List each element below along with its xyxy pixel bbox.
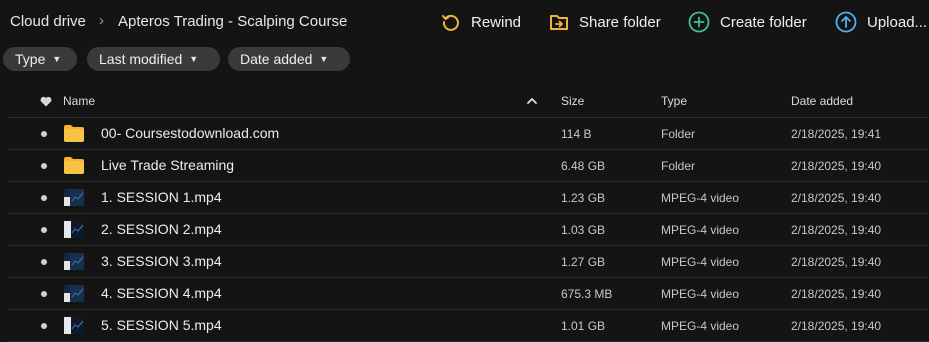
date-added-filter-label: Date added — [240, 51, 313, 67]
row-bullet — [41, 259, 47, 265]
file-name[interactable]: 1. SESSION 1.mp4 — [101, 189, 222, 205]
row-bullet — [41, 227, 47, 233]
table-row[interactable]: 1. SESSION 1.mp4 1.23 GB MPEG-4 video 2/18/… — [8, 182, 929, 214]
file-type: MPEG-4 video — [661, 223, 740, 237]
file-type: MPEG-4 video — [661, 255, 740, 269]
table-row[interactable]: 3. SESSION 3.mp4 1.27 GB MPEG-4 video 2/18/… — [8, 246, 929, 278]
row-bullet — [41, 291, 47, 297]
table-row[interactable]: Live Trade Streaming 6.48 GB Folder 2/18/20… — [8, 150, 929, 182]
table-header: Name Size Type Date added — [8, 86, 929, 118]
row-bullet — [41, 163, 47, 169]
file-size: 1.27 GB — [561, 255, 606, 269]
table-row[interactable]: 4. SESSION 4.mp4 675.3 MB MPEG-4 video 2/18… — [8, 278, 929, 310]
file-name[interactable]: Live Trade Streaming — [101, 157, 234, 173]
folder-icon — [64, 157, 84, 174]
file-date-added: 2/18/2025, 19:40 — [791, 287, 882, 301]
rewind-button[interactable]: Rewind — [441, 10, 521, 34]
share-folder-button[interactable]: Share folder — [549, 10, 661, 34]
row-bullet — [41, 131, 47, 137]
file-type: Folder — [661, 127, 696, 141]
file-date-added: 2/18/2025, 19:40 — [791, 159, 882, 173]
top-bar: Cloud drive › Apteros Trading - Scalping… — [0, 0, 929, 44]
breadcrumb-cloud-drive[interactable]: Cloud drive — [10, 13, 86, 30]
row-bullet — [41, 195, 47, 201]
file-size: 114 B — [561, 127, 592, 141]
folder-icon — [64, 125, 84, 142]
video-thumbnail-icon — [64, 221, 84, 238]
share-folder-icon — [550, 15, 568, 30]
chevron-down-icon: ▼ — [189, 54, 199, 64]
rewind-label: Rewind — [471, 13, 522, 31]
video-thumbnail-icon — [64, 253, 84, 270]
table-row[interactable]: 2. SESSION 2.mp4 1.03 GB MPEG-4 video 2/18/… — [8, 214, 929, 246]
file-date-added: 2/18/2025, 19:40 — [791, 319, 882, 333]
create-folder-button[interactable]: Create folder — [688, 10, 807, 34]
column-header-size[interactable]: Size — [561, 94, 584, 108]
file-type: Folder — [661, 159, 696, 173]
file-type: MPEG-4 video — [661, 191, 740, 205]
video-thumbnail-icon — [64, 189, 84, 206]
type-filter-chip[interactable]: Type ▼ — [3, 47, 77, 71]
file-type: MPEG-4 video — [661, 319, 740, 333]
last-modified-filter-chip[interactable]: Last modified ▼ — [87, 47, 220, 71]
breadcrumb-current-folder: Apteros Trading - Scalping Course — [118, 13, 348, 30]
table-row[interactable]: 5. SESSION 5.mp4 1.01 GB MPEG-4 video 2/18/… — [8, 310, 929, 342]
chevron-down-icon: ▼ — [319, 54, 329, 64]
column-header-name[interactable]: Name — [63, 94, 95, 108]
type-filter-label: Type — [15, 51, 46, 67]
file-name[interactable]: 5. SESSION 5.mp4 — [101, 317, 222, 333]
file-size: 675.3 MB — [561, 287, 613, 301]
rewind-icon — [442, 14, 459, 31]
share-folder-label: Share folder — [579, 13, 661, 31]
create-folder-icon — [688, 11, 710, 33]
breadcrumb-separator: › — [99, 12, 104, 29]
file-name[interactable]: 00- Coursestodownload.com — [101, 125, 279, 141]
table-row[interactable]: 00- Coursestodownload.com 114 B Folder 2/18… — [8, 118, 929, 150]
last-modified-filter-label: Last modified — [99, 51, 183, 67]
file-name[interactable]: 4. SESSION 4.mp4 — [101, 285, 222, 301]
heart-icon[interactable] — [40, 96, 52, 107]
file-size: 1.23 GB — [561, 191, 606, 205]
column-header-date-added[interactable]: Date added — [791, 94, 853, 108]
file-name[interactable]: 2. SESSION 2.mp4 — [101, 221, 222, 237]
file-name[interactable]: 3. SESSION 3.mp4 — [101, 253, 222, 269]
column-header-type[interactable]: Type — [661, 94, 687, 108]
chevron-down-icon: ▼ — [52, 54, 62, 64]
video-thumbnail-icon — [64, 285, 84, 302]
file-size: 1.01 GB — [561, 319, 606, 333]
file-date-added: 2/18/2025, 19:40 — [791, 191, 882, 205]
file-type: MPEG-4 video — [661, 287, 740, 301]
upload-button[interactable]: Upload... — [835, 10, 927, 34]
video-thumbnail-icon — [64, 317, 84, 334]
file-date-added: 2/18/2025, 19:40 — [791, 223, 882, 237]
file-date-added: 2/18/2025, 19:41 — [791, 127, 882, 141]
create-folder-label: Create folder — [720, 13, 807, 31]
row-bullet — [41, 323, 47, 329]
sort-ascending-icon[interactable] — [527, 97, 537, 104]
upload-icon — [835, 11, 857, 33]
file-size: 1.03 GB — [561, 223, 606, 237]
upload-label: Upload... — [867, 13, 928, 31]
file-size: 6.48 GB — [561, 159, 606, 173]
file-date-added: 2/18/2025, 19:40 — [791, 255, 882, 269]
date-added-filter-chip[interactable]: Date added ▼ — [228, 47, 350, 71]
